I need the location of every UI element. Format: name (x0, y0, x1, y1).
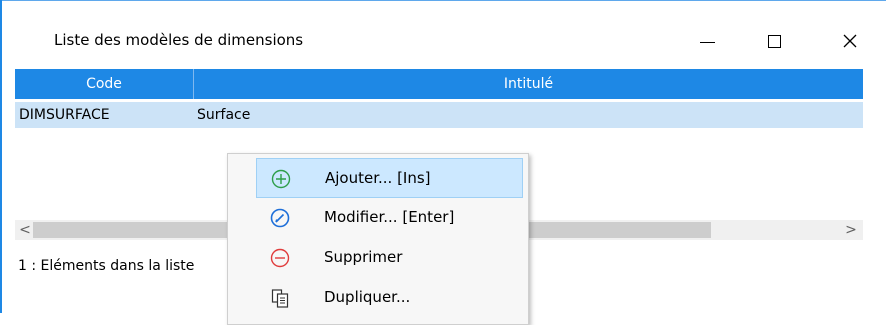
context-menu: Ajouter... [Ins] Modifier... [Enter] Sup… (227, 153, 529, 325)
menu-label-modifier: Modifier... [Enter] (324, 208, 455, 226)
menu-label-supprimer: Supprimer (324, 248, 403, 266)
scroll-right-icon[interactable]: > (843, 220, 859, 240)
minimize-icon[interactable] (688, 25, 728, 59)
maximize-icon[interactable] (754, 25, 794, 59)
column-header-intitule[interactable]: Intitulé (194, 69, 863, 99)
remove-circle-icon (270, 248, 290, 268)
close-icon[interactable] (830, 25, 870, 59)
grid-header: Code Intitulé (15, 69, 863, 99)
title-bar[interactable]: Liste des modèles de dimensions (2, 1, 886, 67)
menu-item-supprimer[interactable]: Supprimer (256, 238, 523, 278)
table-row[interactable]: DIMSURFACE Surface (15, 102, 863, 128)
dialog-window: Liste des modèles de dimensions Code Int… (0, 0, 886, 325)
menu-item-modifier[interactable]: Modifier... [Enter] (256, 198, 523, 238)
scroll-left-icon[interactable]: < (17, 220, 33, 240)
edit-circle-icon (270, 208, 290, 228)
cell-intitule: Surface (197, 107, 251, 123)
menu-item-dupliquer[interactable]: Dupliquer... (256, 278, 523, 318)
menu-label-dupliquer: Dupliquer... (324, 288, 411, 306)
status-text: 1 : Eléments dans la liste (18, 258, 195, 274)
column-header-code[interactable]: Code (15, 69, 194, 99)
duplicate-icon (271, 289, 289, 308)
window-title: Liste des modèles de dimensions (54, 31, 304, 49)
menu-label-ajouter: Ajouter... [Ins] (325, 169, 431, 187)
cell-code: DIMSURFACE (19, 107, 110, 123)
add-circle-icon (271, 169, 291, 189)
menu-item-ajouter[interactable]: Ajouter... [Ins] (256, 158, 523, 198)
